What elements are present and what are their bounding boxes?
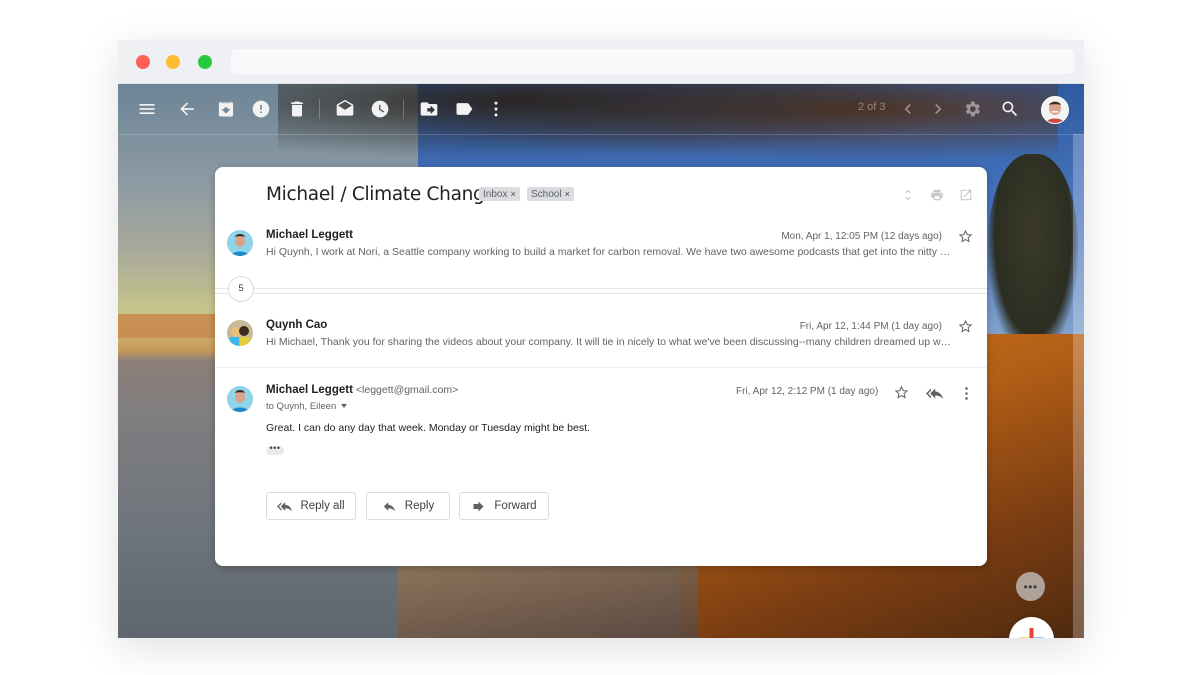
browser-window: 2 of 3 Michael / Climate Change Inbox × … [118, 40, 1084, 638]
sender-name: Quynh Cao [266, 319, 328, 331]
label-chip-inbox: Inbox × [479, 187, 520, 201]
message-collapsed[interactable]: Quynh Cao Fri, Apr 12, 1:44 PM (1 day ag… [215, 315, 987, 365]
label-chip-school: School × [527, 187, 574, 201]
background-cypress-tree [988, 154, 1078, 354]
browser-titlebar [118, 40, 1084, 84]
recipients-text: to Quynh, Eileen [266, 401, 337, 412]
background-shore [398, 554, 698, 638]
star-icon[interactable] [958, 229, 974, 245]
delete-icon[interactable] [285, 97, 309, 121]
sender-name: Michael Leggett [266, 229, 353, 241]
star-icon[interactable] [894, 385, 910, 401]
message-date: Fri, Apr 12, 1:44 PM (1 day ago) [799, 321, 942, 332]
message-body: Great. I can do any day that week. Monda… [266, 422, 590, 434]
show-trimmed-content-button[interactable]: ••• [266, 444, 284, 455]
remove-label-icon[interactable]: × [510, 189, 515, 199]
star-icon[interactable] [958, 319, 974, 335]
label-name: Inbox [483, 189, 508, 200]
message-date: Mon, Apr 1, 12:05 PM (12 days ago) [781, 231, 942, 242]
message-expanded: Michael Leggett <leggett@gmail.com> to Qu… [215, 379, 987, 559]
sender-name: Michael Leggett <leggett@gmail.com> [266, 384, 458, 396]
remove-label-icon[interactable]: × [565, 189, 570, 199]
reply-all-icon [277, 501, 293, 511]
reply-icon [383, 501, 395, 511]
message-snippet: Hi Quynh, I work at Nori, a Seattle comp… [266, 246, 951, 258]
close-window-button[interactable] [136, 55, 150, 69]
conversation-card: Michael / Climate Change Inbox × School × [215, 167, 987, 566]
back-arrow-icon[interactable] [175, 97, 199, 121]
reply-button[interactable]: Reply [366, 492, 450, 520]
top-toolbar: 2 of 3 [118, 84, 1084, 135]
archive-icon[interactable] [214, 97, 238, 121]
background-hills [118, 314, 218, 338]
forward-button[interactable]: Forward [459, 492, 549, 520]
mark-unread-icon[interactable] [333, 97, 357, 121]
address-bar[interactable] [231, 49, 1074, 74]
message-date: Fri, Apr 12, 2:12 PM (1 day ago) [736, 386, 879, 397]
account-avatar[interactable] [1041, 96, 1069, 124]
report-spam-icon[interactable] [249, 97, 273, 121]
toolbar-divider [403, 99, 404, 119]
move-to-icon[interactable] [417, 97, 441, 121]
reply-all-button[interactable]: Reply all [266, 492, 356, 520]
forward-label: Forward [494, 500, 537, 512]
reply-label: Reply [404, 500, 435, 512]
toolbar-divider [319, 99, 320, 119]
expand-all-icon[interactable] [899, 186, 917, 204]
sender-avatar [227, 386, 253, 412]
pager-count: 2 of 3 [858, 101, 886, 113]
chevron-right-icon[interactable] [926, 97, 950, 121]
forward-icon [473, 501, 484, 511]
label-name: School [531, 189, 562, 200]
search-icon[interactable] [998, 97, 1022, 121]
chevron-left-icon[interactable] [896, 97, 920, 121]
message-snippet: Hi Michael, Thank you for sharing the vi… [266, 336, 952, 348]
more-vert-icon[interactable] [956, 383, 976, 403]
settings-icon[interactable] [960, 97, 984, 121]
reply-all-label: Reply all [300, 500, 345, 512]
open-new-window-icon[interactable] [957, 186, 975, 204]
collapsed-messages[interactable]: 5 [215, 276, 987, 304]
label-icon[interactable] [452, 97, 476, 121]
compose-button[interactable] [1009, 617, 1054, 638]
caret-down-icon [341, 404, 348, 409]
maximize-window-button[interactable] [198, 55, 212, 69]
recipients-dropdown[interactable]: to Quynh, Eileen [266, 401, 348, 412]
print-icon[interactable] [928, 186, 946, 204]
snooze-icon[interactable] [368, 97, 392, 121]
collapsed-count-badge[interactable]: 5 [228, 276, 254, 302]
sender-avatar [227, 320, 253, 346]
minimize-window-button[interactable] [166, 55, 180, 69]
thread-subject: Michael / Climate Change [266, 184, 496, 205]
more-vert-icon[interactable] [484, 97, 508, 121]
gmail-app: 2 of 3 Michael / Climate Change Inbox × … [118, 84, 1084, 638]
menu-icon[interactable] [135, 97, 159, 121]
sender-email: <leggett@gmail.com> [355, 384, 459, 396]
sender-avatar [227, 230, 253, 256]
collapsed-divider [215, 288, 987, 294]
message-collapsed[interactable]: Michael Leggett Mon, Apr 1, 12:05 PM (12… [215, 225, 987, 275]
sender-name-text: Michael Leggett [266, 384, 353, 396]
more-options-button[interactable]: ••• [1016, 572, 1045, 601]
compose-plus-icon [1019, 628, 1044, 638]
message-divider [215, 367, 987, 368]
reply-all-icon[interactable] [924, 383, 944, 403]
scrollbar[interactable] [1073, 134, 1084, 638]
